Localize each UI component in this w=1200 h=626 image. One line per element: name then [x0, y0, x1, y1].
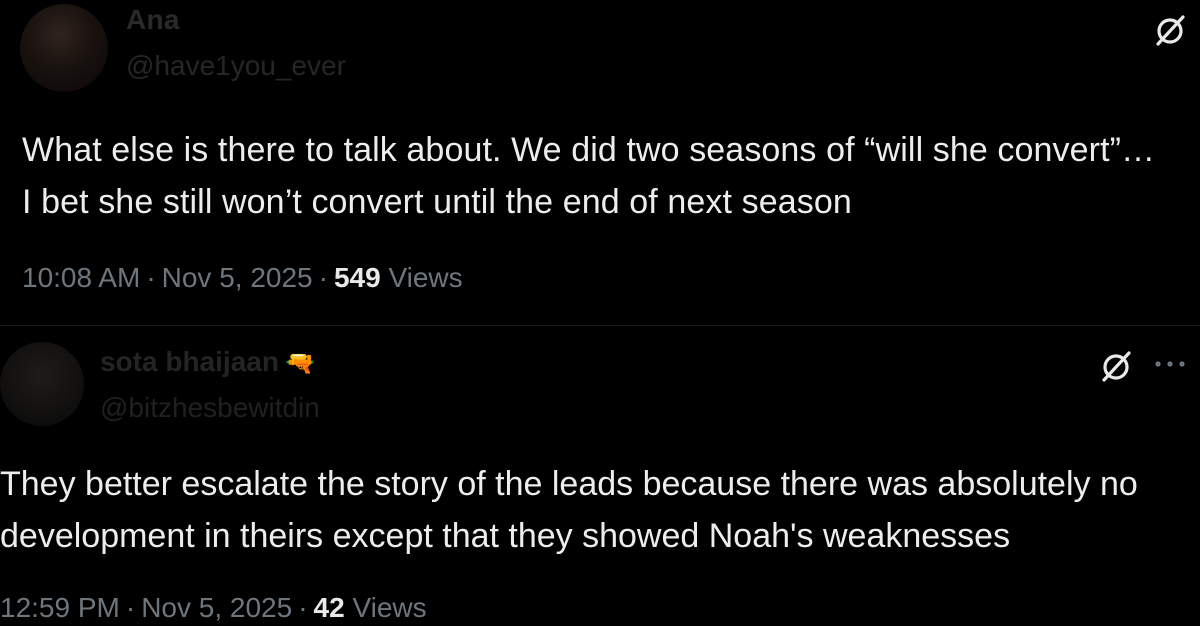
views-count: 549 [333, 262, 381, 293]
author-handle[interactable]: @have1you_ever [126, 50, 346, 82]
views-label: Views [388, 262, 463, 293]
post-date[interactable]: Nov 5, 2025 [162, 262, 313, 293]
avatar[interactable] [20, 4, 108, 92]
post-time[interactable]: 10:08 AM [22, 262, 140, 293]
post-text: What else is there to talk about. We did… [22, 131, 1156, 221]
grok-icon[interactable] [1098, 348, 1134, 384]
post-time[interactable]: 12:59 PM [0, 592, 120, 623]
avatar[interactable] [0, 342, 84, 426]
author-name-text: sota bhaijaan [100, 346, 279, 377]
views-count: 42 [313, 592, 345, 623]
author-name[interactable]: Ana [126, 4, 180, 36]
meta-separator: · [146, 262, 156, 293]
author-handle[interactable]: @bitzhesbewitdin [100, 392, 320, 424]
grok-icon[interactable] [1152, 12, 1188, 48]
meta-separator: · [318, 262, 328, 293]
post-date[interactable]: Nov 5, 2025 [141, 592, 292, 623]
post-sota-bhaijaan[interactable]: sota bhaijaan 🔫 @bitzhesbewitdin They bet… [0, 330, 1200, 626]
views-label: Views [352, 592, 427, 623]
author-name[interactable]: sota bhaijaan 🔫 [100, 346, 315, 378]
meta-separator: · [298, 592, 308, 623]
meta-separator: · [125, 592, 136, 623]
more-icon[interactable] [1150, 346, 1190, 382]
post-meta: 10:08 AM · Nov 5, 2025 · 549 Views [22, 262, 463, 294]
post-ana[interactable]: Ana @have1you_ever What else is there to… [0, 0, 1200, 320]
post-meta: 12:59 PM · Nov 5, 2025 · 42 Views [0, 592, 427, 624]
post-text: They better escalate the story of the le… [0, 465, 1138, 555]
author-emoji: 🔫 [284, 350, 315, 377]
divider [0, 325, 1200, 326]
